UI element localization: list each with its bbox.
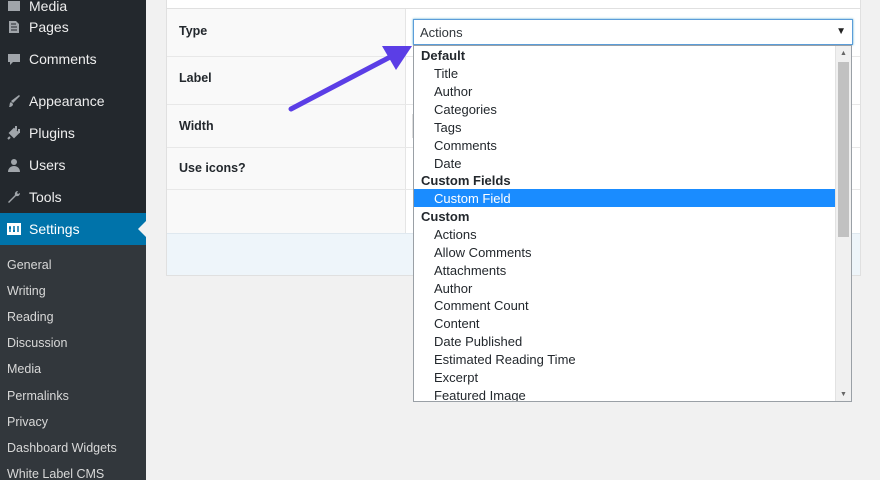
- annotation-arrow-icon: [288, 46, 412, 112]
